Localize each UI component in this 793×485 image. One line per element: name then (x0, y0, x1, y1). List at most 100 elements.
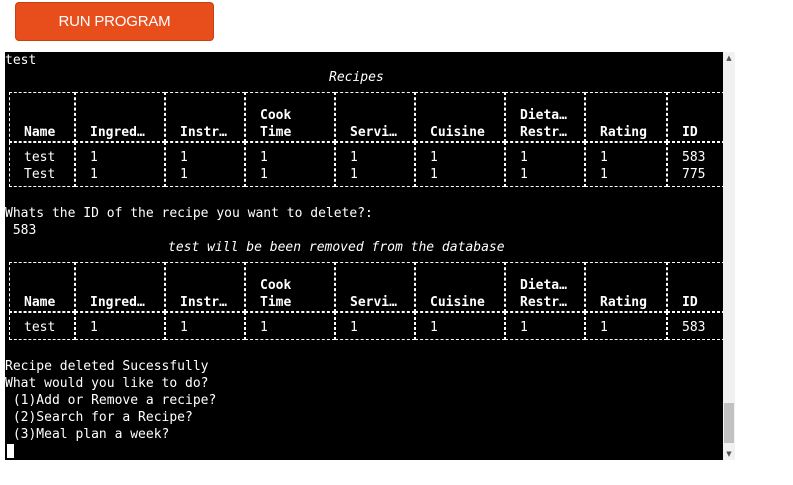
column-header: ID (667, 92, 723, 142)
table-cell: 1 (245, 312, 335, 340)
column-header: Dieta… Restr… (505, 92, 585, 142)
cell-value: test (24, 320, 56, 335)
cell-value: 1 (600, 320, 608, 335)
column-header-line2: Instr… (180, 295, 227, 310)
result-message: Recipe deleted Sucessfully (5, 359, 209, 374)
cell-value: 775 (682, 167, 706, 182)
column-header-line2: Ingred… (90, 125, 145, 140)
column-header-line1 (600, 107, 666, 124)
cell-value: 1 (600, 150, 608, 165)
column-header-line1 (90, 277, 164, 294)
column-header-line1 (600, 277, 666, 294)
column-header-line1 (24, 277, 74, 294)
cell-value: 1 (430, 150, 438, 165)
table-cell: 1 (505, 312, 585, 340)
column-header-line1 (180, 107, 244, 124)
cell-value: 1 (520, 320, 528, 335)
text-cursor[interactable] (7, 444, 14, 458)
cell-value: 1 (600, 167, 608, 182)
table-cell: 11 (165, 142, 245, 187)
cell-value: Test (24, 167, 56, 182)
column-header-line1 (682, 277, 723, 294)
column-header: Dieta… Restr… (505, 262, 585, 312)
column-header-line1 (430, 277, 504, 294)
cell-value: 1 (520, 150, 528, 165)
recipes-table: Name Ingred… Instr… Cook Time Servi… Cuisi… (9, 92, 723, 187)
table-cell: 1 (335, 312, 415, 340)
table-cell: 11 (75, 142, 165, 187)
terminal-output[interactable]: test Recipes Name Ingred… Instr… Cook Time … (5, 52, 723, 460)
cell-value: 1 (350, 320, 358, 335)
removed-recipe-table: Name Ingred… Instr… Cook Time Servi… Cuisi… (9, 262, 723, 340)
cell-value: 1 (350, 167, 358, 182)
column-header-line1 (350, 107, 414, 124)
table-cell: 583 775 (667, 142, 723, 187)
delete-prompt: Whats the ID of the recipe you want to d… (5, 206, 373, 221)
scroll-down-arrow-icon[interactable]: ▼ (723, 448, 735, 460)
table-title: test will be been removed from the datab… (168, 240, 505, 255)
column-header-line2: Instr… (180, 125, 227, 140)
cell-value: 1 (260, 167, 268, 182)
column-header-line1 (24, 107, 74, 124)
column-header-line1: Dieta… (520, 108, 567, 123)
column-header-line1 (682, 107, 723, 124)
column-header: Servi… (335, 92, 415, 142)
scrollbar-thumb[interactable] (724, 403, 734, 443)
table-header-row: Name Ingred… Instr… Cook Time Servi… Cuisi… (9, 262, 723, 312)
cell-value: 1 (260, 150, 268, 165)
scroll-up-arrow-icon[interactable]: ▲ (723, 52, 735, 64)
table-cell: 1 (165, 312, 245, 340)
column-header-line2: Restr… (520, 125, 567, 140)
cell-value: 1 (430, 167, 438, 182)
table-cell: test (9, 312, 75, 340)
table-cell: 11 (335, 142, 415, 187)
column-header: Ingred… (75, 262, 165, 312)
column-header-line2: Servi… (350, 125, 397, 140)
column-header-line2: ID (682, 295, 698, 310)
column-header-line2: Name (24, 125, 56, 140)
column-header-line2: Time (260, 295, 292, 310)
table-cell: 11 (415, 142, 505, 187)
column-header-line2: Name (24, 295, 56, 310)
table-cell: 11 (505, 142, 585, 187)
table-row: test Test 1 1 1 1 1 1 1 1 1 1 1 1 1 1 583 775 (9, 142, 723, 187)
column-header-line1: Cook (260, 108, 292, 123)
cell-value: 583 (682, 320, 706, 335)
column-header: Cuisine (415, 262, 505, 312)
column-header-line2: Rating (600, 295, 647, 310)
column-header: Servi… (335, 262, 415, 312)
column-header-line2: Cuisine (430, 295, 485, 310)
table-cell: 1 (585, 312, 667, 340)
table-cell: test Test (9, 142, 75, 187)
menu-option: (2)Search for a Recipe? (5, 410, 193, 425)
run-program-button[interactable]: RUN PROGRAM (15, 2, 214, 41)
column-header-line1: Dieta… (520, 278, 567, 293)
cell-value: 1 (180, 150, 188, 165)
user-input-value: 583 (5, 223, 37, 238)
column-header-line2: Rating (600, 125, 647, 140)
column-header: Name (9, 262, 75, 312)
column-header: Instr… (165, 262, 245, 312)
cell-value: 1 (520, 167, 528, 182)
table-cell: 583 (667, 312, 723, 340)
column-header: Instr… (165, 92, 245, 142)
table-cell: 1 (75, 312, 165, 340)
column-header: Cook Time (245, 92, 335, 142)
cell-value: 1 (260, 320, 268, 335)
terminal-scrollbar[interactable]: ▲ ▼ (723, 52, 735, 460)
column-header-line2: Servi… (350, 295, 397, 310)
column-header-line1: Cook (260, 278, 292, 293)
column-header-line2: Ingred… (90, 295, 145, 310)
output-line: test (5, 53, 37, 68)
menu-option: (1)Add or Remove a recipe? (5, 393, 217, 408)
column-header-line2: Time (260, 125, 292, 140)
column-header-line2: Restr… (520, 295, 567, 310)
table-cell: 11 (245, 142, 335, 187)
column-header: Cuisine (415, 92, 505, 142)
cell-value: 1 (90, 150, 98, 165)
column-header: ID (667, 262, 723, 312)
column-header-line2: Cuisine (430, 125, 485, 140)
column-header-line2: ID (682, 125, 698, 140)
cell-value: 1 (350, 150, 358, 165)
cell-value: test (24, 150, 56, 165)
